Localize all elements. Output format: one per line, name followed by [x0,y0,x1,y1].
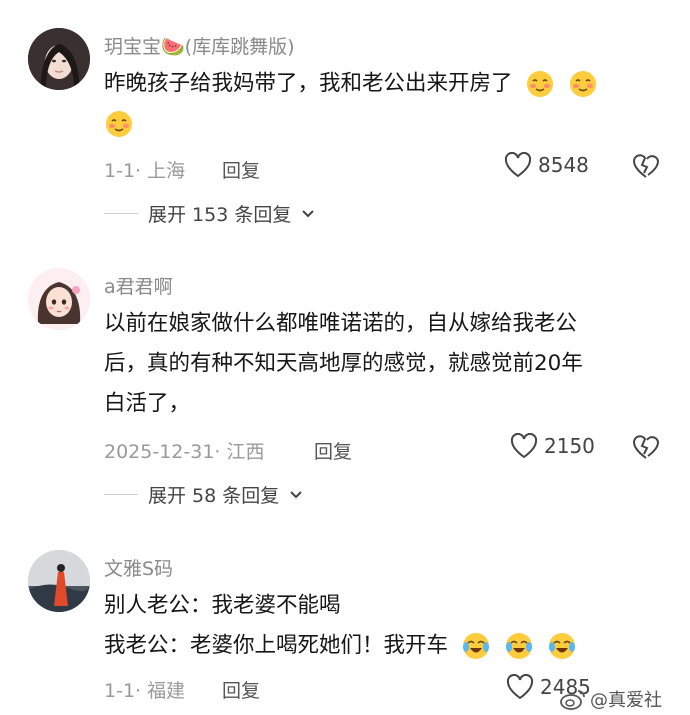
laugh-cry-emoji-icon [548,633,575,659]
avatar[interactable] [28,28,90,90]
like-count: 2150 [544,434,595,458]
comment-text-line: 我老公：老婆你上喝死她们！我开车 [104,633,449,658]
watermark-text: @真爱社 [590,690,662,711]
shy-smile-emoji-icon [106,111,132,137]
username[interactable]: 文雅S码 [104,554,173,581]
weibo-logo-icon [560,690,585,710]
username[interactable]: 玥宝宝🍉(库库跳舞版) [104,32,294,59]
comment-meta: 1-1· 福建 回复 [104,676,260,703]
reply-button[interactable]: 回复 [222,676,260,703]
heart-outline-icon [504,152,532,178]
comment-text-line-with-emoji: 我老公：老婆你上喝死她们！我开车 [104,626,674,666]
comment-meta: 2025-12-31· 江西 回复 [104,437,352,464]
heart-outline-icon [506,674,534,700]
expand-replies[interactable]: 展开 153 条回复 [104,200,315,227]
like-button[interactable]: 2150 [510,433,595,459]
comment-text-line: 白活了， [104,391,191,416]
comment-text: 昨晚孩子给我妈带了，我和老公出来开房了 [104,64,674,144]
heart-outline-icon [510,433,538,459]
date-location: 1-1· 上海 [104,160,186,182]
watermark: @真爱社 [560,686,662,712]
expand-label: 展开 153 条回复 [148,204,292,226]
laugh-cry-emoji-icon [505,633,532,659]
comment-text: 以前在娘家做什么都唯唯诺诺的，自从嫁给我老公 后，真的有种不知天高地厚的感觉，就… [104,304,674,424]
like-button[interactable]: 8548 [504,152,589,178]
date-location: 1-1· 福建 [104,680,186,702]
divider [104,494,138,495]
shy-smile-emoji-icon [570,71,597,97]
broken-heart-icon [632,435,660,459]
avatar[interactable] [28,268,90,330]
comment-text: 别人老公：我老婆不能喝 我老公：老婆你上喝死她们！我开车 [104,586,674,666]
chevron-down-icon [302,209,315,217]
expand-replies[interactable]: 展开 58 条回复 [104,481,303,508]
like-count: 8548 [538,153,589,177]
chevron-down-icon [290,490,302,498]
date-location: 2025-12-31· 江西 [104,441,265,463]
comment-meta: 1-1· 上海 回复 [104,156,260,183]
dislike-button[interactable] [632,434,660,464]
dislike-button[interactable] [632,153,660,183]
expand-label: 展开 58 条回复 [148,485,280,507]
comment-text-line: 后，真的有种不知天高地厚的感觉，就感觉前20年 [104,351,583,376]
comment-text-line: 别人老公：我老婆不能喝 [104,593,341,618]
shy-smile-emoji-icon [527,71,554,97]
laugh-cry-emoji-icon [462,633,489,659]
comment-text-line: 昨晚孩子给我妈带了，我和老公出来开房了 [104,71,513,96]
reply-button[interactable]: 回复 [222,156,260,183]
reply-button[interactable]: 回复 [314,437,352,464]
broken-heart-icon [632,154,660,178]
comment-text-line: 以前在娘家做什么都唯唯诺诺的，自从嫁给我老公 [104,311,578,336]
divider [104,213,138,214]
avatar[interactable] [28,550,90,612]
username[interactable]: a君君啊 [104,272,173,299]
